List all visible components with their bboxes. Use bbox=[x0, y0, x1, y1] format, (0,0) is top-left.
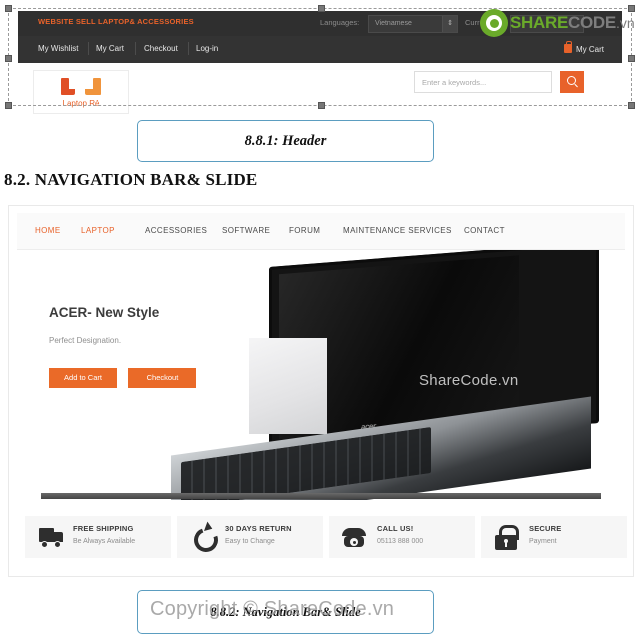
language-value: Vietnamese bbox=[375, 20, 412, 27]
site-title: WEBSITE SELL LAPTOP& ACCESSORIES bbox=[38, 17, 194, 26]
add-to-cart-button[interactable]: Add to Cart bbox=[49, 368, 117, 388]
navigation-slide-screenshot[interactable]: HOME LAPTOP ACCESSORIES SOFTWARE FORUM M… bbox=[8, 205, 634, 577]
hero-slide[interactable]: acer ShareCode.vn ACER- New Style Perfec… bbox=[17, 250, 625, 500]
search-area: Enter a keywords... bbox=[414, 71, 584, 93]
shopping-bag-icon bbox=[564, 41, 572, 53]
nav-divider bbox=[135, 42, 136, 55]
feature-title: FREE SHIPPING bbox=[73, 524, 134, 533]
feature-subtitle: Easy to Change bbox=[225, 538, 275, 545]
search-input[interactable]: Enter a keywords... bbox=[414, 71, 552, 93]
watermark-code-text: CODE bbox=[568, 13, 616, 32]
language-select[interactable]: Vietnamese ⇕ bbox=[368, 15, 458, 33]
feature-title: 30 DAYS RETURN bbox=[225, 524, 292, 533]
menu-item-forum[interactable]: FORUM bbox=[289, 226, 320, 235]
phone-icon bbox=[341, 524, 369, 550]
search-placeholder: Enter a keywords... bbox=[422, 78, 487, 87]
lock-icon bbox=[493, 524, 521, 550]
menu-item-home[interactable]: HOME bbox=[35, 226, 61, 235]
feature-secure-payment[interactable]: SECURE Payment bbox=[481, 516, 627, 558]
hero-subheading: Perfect Designation. bbox=[49, 336, 122, 345]
feature-subtitle: Be Always Available bbox=[73, 538, 136, 545]
feature-subtitle: Payment bbox=[529, 538, 557, 545]
figure-caption-header: 8.8.1: Header bbox=[137, 120, 434, 162]
sharecode-bottom-watermark: Copyright © ShareCode.vn bbox=[150, 598, 395, 620]
menu-item-accessories[interactable]: ACCESSORIES bbox=[145, 226, 207, 235]
nav-divider bbox=[88, 42, 89, 55]
resize-handle-sw[interactable] bbox=[5, 102, 12, 109]
feature-free-shipping[interactable]: FREE SHIPPING Be Always Available bbox=[25, 516, 171, 558]
refresh-icon bbox=[189, 521, 222, 556]
languages-label: Languages: bbox=[320, 18, 360, 27]
nav-my-cart[interactable]: My Cart bbox=[96, 44, 124, 53]
sharecode-watermark-logo: SHARE CODE .vn bbox=[480, 8, 635, 38]
menu-item-maintenance[interactable]: MAINTENANCE SERVICES bbox=[343, 226, 452, 235]
resize-handle-e[interactable] bbox=[628, 55, 635, 62]
checkout-button[interactable]: Checkout bbox=[128, 368, 197, 388]
search-button[interactable] bbox=[560, 71, 584, 93]
site-logo[interactable]: Laptop Rẻ bbox=[33, 70, 129, 114]
feature-title: CALL US! bbox=[377, 524, 414, 533]
feature-call-us[interactable]: CALL US! 05113 888 000 bbox=[329, 516, 475, 558]
sharecode-badge-icon bbox=[480, 9, 508, 37]
nav-my-wishlist[interactable]: My Wishlist bbox=[38, 44, 78, 53]
hero-heading: ACER- New Style bbox=[49, 305, 160, 320]
menu-item-contact[interactable]: CONTACT bbox=[464, 226, 505, 235]
caption-text: 8.8.1: Header bbox=[244, 132, 327, 149]
document-page: WEBSITE SELL LAPTOP& ACCESSORIES Languag… bbox=[0, 0, 640, 642]
laptop-keyboard bbox=[181, 426, 431, 500]
truck-icon bbox=[37, 524, 65, 550]
main-menu-bar: HOME LAPTOP ACCESSORIES SOFTWARE FORUM M… bbox=[17, 213, 625, 250]
resize-handle-s[interactable] bbox=[318, 102, 325, 109]
sharecode-slide-watermark: ShareCode.vn bbox=[419, 372, 519, 389]
resize-handle-nw[interactable] bbox=[5, 5, 12, 12]
account-navbar: My Wishlist My Cart Checkout Log-in My C… bbox=[18, 36, 622, 63]
resize-handle-n[interactable] bbox=[318, 5, 325, 12]
logo-text: Laptop Rẻ bbox=[62, 99, 100, 108]
nav-divider bbox=[188, 42, 189, 55]
laptop-product-image: acer ShareCode.vn bbox=[171, 250, 625, 500]
feature-strip: FREE SHIPPING Be Always Available 30 DAY… bbox=[17, 516, 627, 564]
cart-button[interactable]: My Cart bbox=[564, 41, 604, 54]
chevron-updown-icon: ⇕ bbox=[442, 16, 457, 32]
slide-bottom-bar bbox=[41, 493, 601, 499]
feature-30-days-return[interactable]: 30 DAYS RETURN Easy to Change bbox=[177, 516, 323, 558]
resize-handle-w[interactable] bbox=[5, 55, 12, 62]
hero-button-row: Add to Cart Checkout bbox=[49, 367, 249, 388]
nav-log-in[interactable]: Log-in bbox=[196, 44, 218, 53]
white-sheet-overlay bbox=[249, 338, 327, 434]
feature-title: SECURE bbox=[529, 524, 562, 533]
cart-label: My Cart bbox=[576, 45, 604, 54]
menu-item-laptop[interactable]: LAPTOP bbox=[81, 226, 115, 235]
jl-monogram-icon bbox=[61, 78, 101, 95]
watermark-tld-text: .vn bbox=[615, 15, 635, 31]
menu-item-software[interactable]: SOFTWARE bbox=[222, 226, 270, 235]
section-heading: 8.2. NAVIGATION BAR& SLIDE bbox=[4, 170, 258, 189]
watermark-share-text: SHARE bbox=[510, 13, 569, 32]
nav-checkout[interactable]: Checkout bbox=[144, 44, 178, 53]
resize-handle-se[interactable] bbox=[628, 102, 635, 109]
feature-subtitle: 05113 888 000 bbox=[377, 538, 424, 545]
search-icon bbox=[567, 76, 576, 85]
hero-text-block: ACER- New Style Perfect Designation. Add… bbox=[49, 305, 249, 388]
